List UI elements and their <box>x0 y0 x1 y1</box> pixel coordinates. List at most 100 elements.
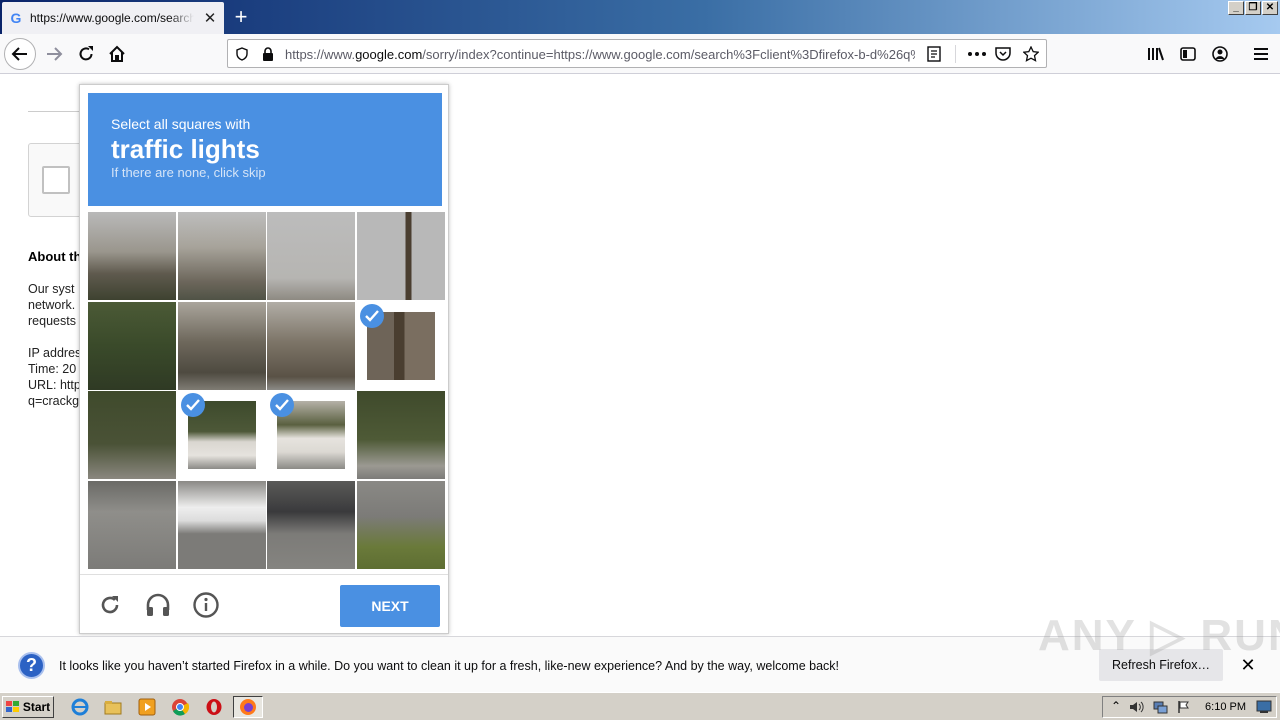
about-line-2: network. <box>28 298 76 312</box>
hamburger-menu-icon <box>1254 48 1268 60</box>
home-icon <box>109 45 125 62</box>
media-player-icon[interactable] <box>138 698 156 716</box>
captcha-tile-3[interactable] <box>267 212 355 300</box>
show-desktop-icon[interactable] <box>1256 700 1272 717</box>
url-divider <box>955 45 956 63</box>
url-domain: google.com <box>355 47 423 62</box>
tab-title: https://www.google.com/search?c <box>30 11 194 25</box>
window-close-button[interactable]: ✕ <box>1262 1 1278 15</box>
reload-icon <box>79 46 93 61</box>
refresh-icon <box>101 596 119 614</box>
firefox-icon <box>240 699 256 715</box>
captcha-tile-11[interactable] <box>267 391 355 479</box>
captcha-header: Select all squares with traffic lights I… <box>88 93 442 206</box>
chrome-icon[interactable] <box>171 698 190 716</box>
refresh-firefox-button[interactable]: Refresh Firefox… <box>1099 649 1223 681</box>
url-path: /sorry/index?continue=https://www.google… <box>422 47 915 62</box>
audio-challenge-button[interactable] <box>144 591 172 619</box>
new-tab-button[interactable]: + <box>228 4 254 30</box>
network-icon[interactable] <box>1153 700 1169 717</box>
ip-address-line: IP addres <box>28 346 82 360</box>
captcha-tile-7[interactable] <box>267 301 355 390</box>
start-button[interactable]: Start <box>2 696 54 718</box>
system-clock: 6:10 PM <box>1205 701 1246 713</box>
captcha-tile-14[interactable] <box>177 480 266 569</box>
reload-button[interactable] <box>70 38 102 70</box>
about-line-3: requests <box>28 314 76 328</box>
library-button[interactable] <box>1140 38 1172 70</box>
reader-view-icon[interactable] <box>926 46 942 62</box>
tile-selected-check-icon <box>180 393 205 417</box>
reload-challenge-button[interactable] <box>96 591 124 619</box>
lock-icon[interactable] <box>260 46 276 62</box>
info-icon <box>193 592 219 618</box>
captcha-tile-1[interactable] <box>88 212 176 300</box>
pocket-icon[interactable] <box>995 46 1011 62</box>
captcha-tile-6[interactable] <box>177 301 266 390</box>
refresh-firefox-notification: ? It looks like you haven’t started Fire… <box>0 636 1280 692</box>
captcha-tile-10[interactable] <box>178 391 266 479</box>
forward-button[interactable] <box>38 38 70 70</box>
system-tray: ⌃ 6:10 PM <box>1102 696 1277 718</box>
navigation-toolbar: https://www.google.com/sorry/index?conti… <box>0 34 1280 74</box>
captcha-challenge-dialog: Select all squares with traffic lights I… <box>79 84 449 634</box>
restore-button[interactable]: ❐ <box>1245 1 1261 15</box>
tab-strip: G https://www.google.com/search?c ✕ + _ … <box>0 0 1280 34</box>
captcha-tile-9[interactable] <box>88 391 176 479</box>
captcha-tile-12[interactable] <box>356 391 445 479</box>
captcha-tile-16[interactable] <box>356 480 445 569</box>
windows-logo-icon <box>5 701 19 712</box>
tab-close-icon[interactable]: ✕ <box>202 10 218 27</box>
url-text[interactable]: https://www.google.com/sorry/index?conti… <box>285 47 915 62</box>
bookmark-star-icon[interactable] <box>1023 46 1039 62</box>
captcha-tile-4[interactable] <box>356 212 445 300</box>
tile-selected-check-icon <box>270 393 294 417</box>
library-icon <box>1148 47 1164 61</box>
account-icon <box>1212 46 1228 62</box>
back-button[interactable] <box>4 38 36 70</box>
recaptcha-checkbox[interactable] <box>42 166 70 194</box>
minimize-button[interactable]: _ <box>1228 1 1244 15</box>
start-label: Start <box>22 700 51 714</box>
account-button[interactable] <box>1204 38 1236 70</box>
sidebar-button[interactable] <box>1172 38 1204 70</box>
arrow-right-icon <box>47 47 63 61</box>
question-icon: ? <box>18 652 45 679</box>
about-heading: About th <box>28 249 82 264</box>
tab-google-search[interactable]: G https://www.google.com/search?c ✕ <box>2 2 224 34</box>
notification-close-icon[interactable]: ✕ <box>1238 655 1258 675</box>
captcha-tile-5[interactable] <box>88 301 176 390</box>
next-button[interactable]: NEXT <box>340 585 440 627</box>
info-button[interactable] <box>192 591 220 619</box>
url-bar[interactable]: https://www.google.com/sorry/index?conti… <box>227 39 1047 68</box>
captcha-tile-8[interactable] <box>357 302 445 390</box>
page-actions-icon[interactable] <box>966 46 988 62</box>
sidebar-icon <box>1180 47 1196 61</box>
tile-selected-check-icon <box>359 303 384 328</box>
captcha-instruction: Select all squares with <box>111 116 251 132</box>
tracking-shield-icon[interactable] <box>234 46 250 62</box>
captcha-tile-grid <box>88 212 445 569</box>
action-center-flag-icon[interactable] <box>1177 700 1191 717</box>
internet-explorer-icon[interactable] <box>71 698 89 716</box>
captcha-hint: If there are none, click skip <box>111 165 266 180</box>
opera-icon[interactable] <box>205 698 223 716</box>
query-line: q=crackg <box>28 394 80 408</box>
google-favicon-icon: G <box>10 10 22 26</box>
captcha-tile-2[interactable] <box>177 212 266 300</box>
menu-button[interactable] <box>1245 38 1277 70</box>
tray-expand-icon[interactable]: ⌃ <box>1111 699 1121 713</box>
captcha-tile-15[interactable] <box>267 480 355 569</box>
volume-icon[interactable] <box>1129 700 1145 717</box>
file-explorer-icon[interactable] <box>104 698 122 716</box>
url-prefix: https://www. <box>285 47 356 62</box>
taskbar-firefox-button[interactable] <box>233 696 263 718</box>
notification-message: It looks like you haven’t started Firefo… <box>59 659 840 673</box>
captcha-tile-13[interactable] <box>88 480 176 569</box>
screen: G https://www.google.com/search?c ✕ + _ … <box>0 0 1280 720</box>
headphones-icon <box>146 593 170 616</box>
captcha-footer: NEXT <box>80 574 448 634</box>
home-button[interactable] <box>101 38 133 70</box>
windows-taskbar: Start ⌃ 6:10 PM <box>0 692 1280 720</box>
time-line: Time: 20 <box>28 362 77 376</box>
